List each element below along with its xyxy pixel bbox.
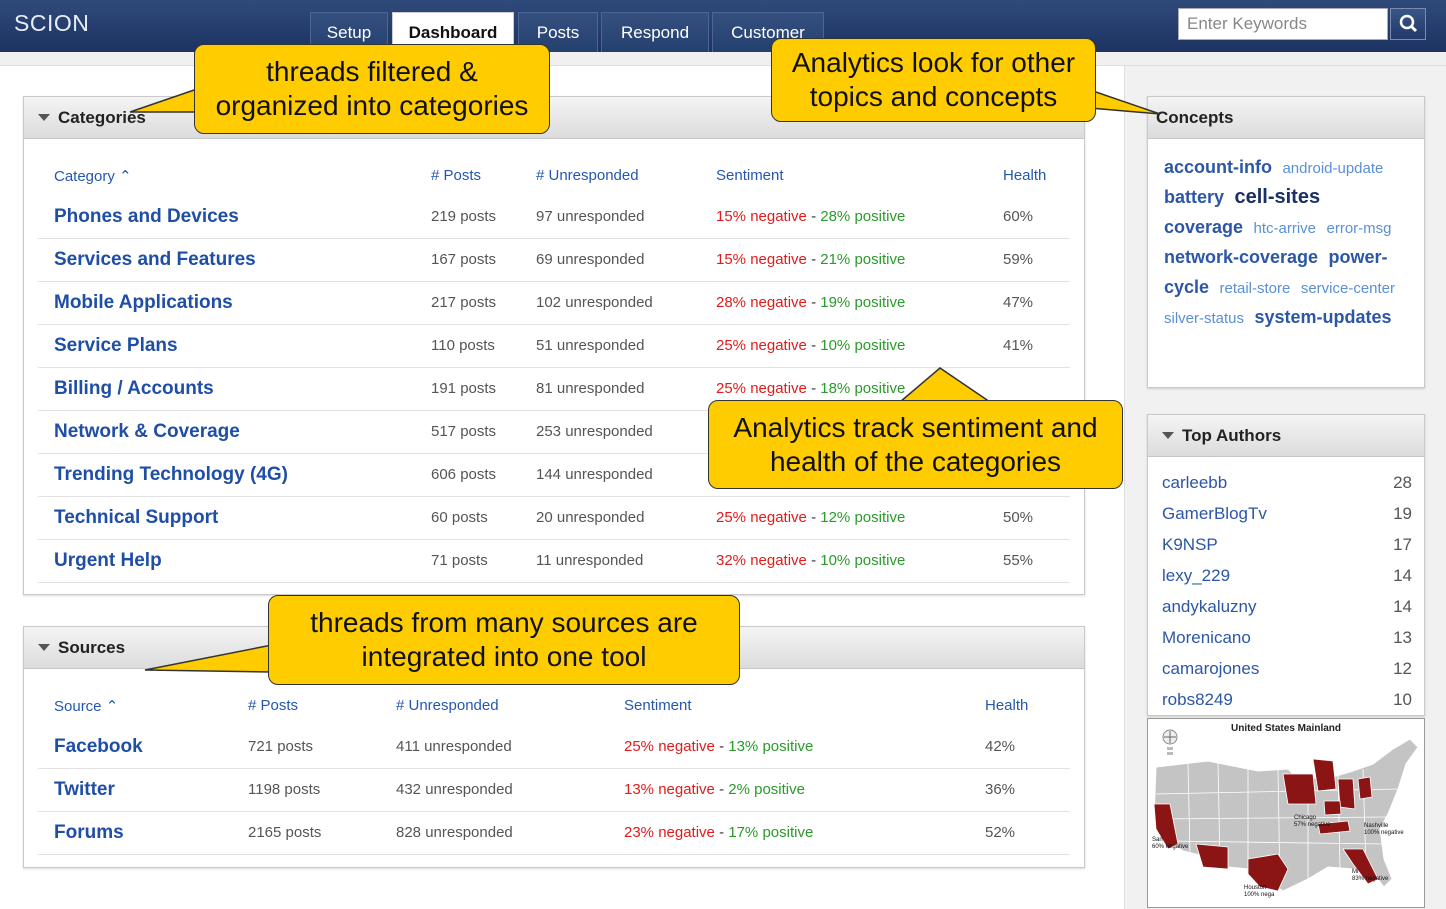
callout-concepts: Analytics look for other topics and conc…	[771, 38, 1096, 122]
app-window: SCION Setup Dashboard Posts Respond Cust…	[0, 0, 1446, 909]
callout-sentiment: Analytics track sentiment and health of …	[708, 400, 1123, 489]
callout-categories: threads filtered & organized into catego…	[194, 44, 550, 134]
callout-sources: threads from many sources are integrated…	[268, 595, 740, 685]
